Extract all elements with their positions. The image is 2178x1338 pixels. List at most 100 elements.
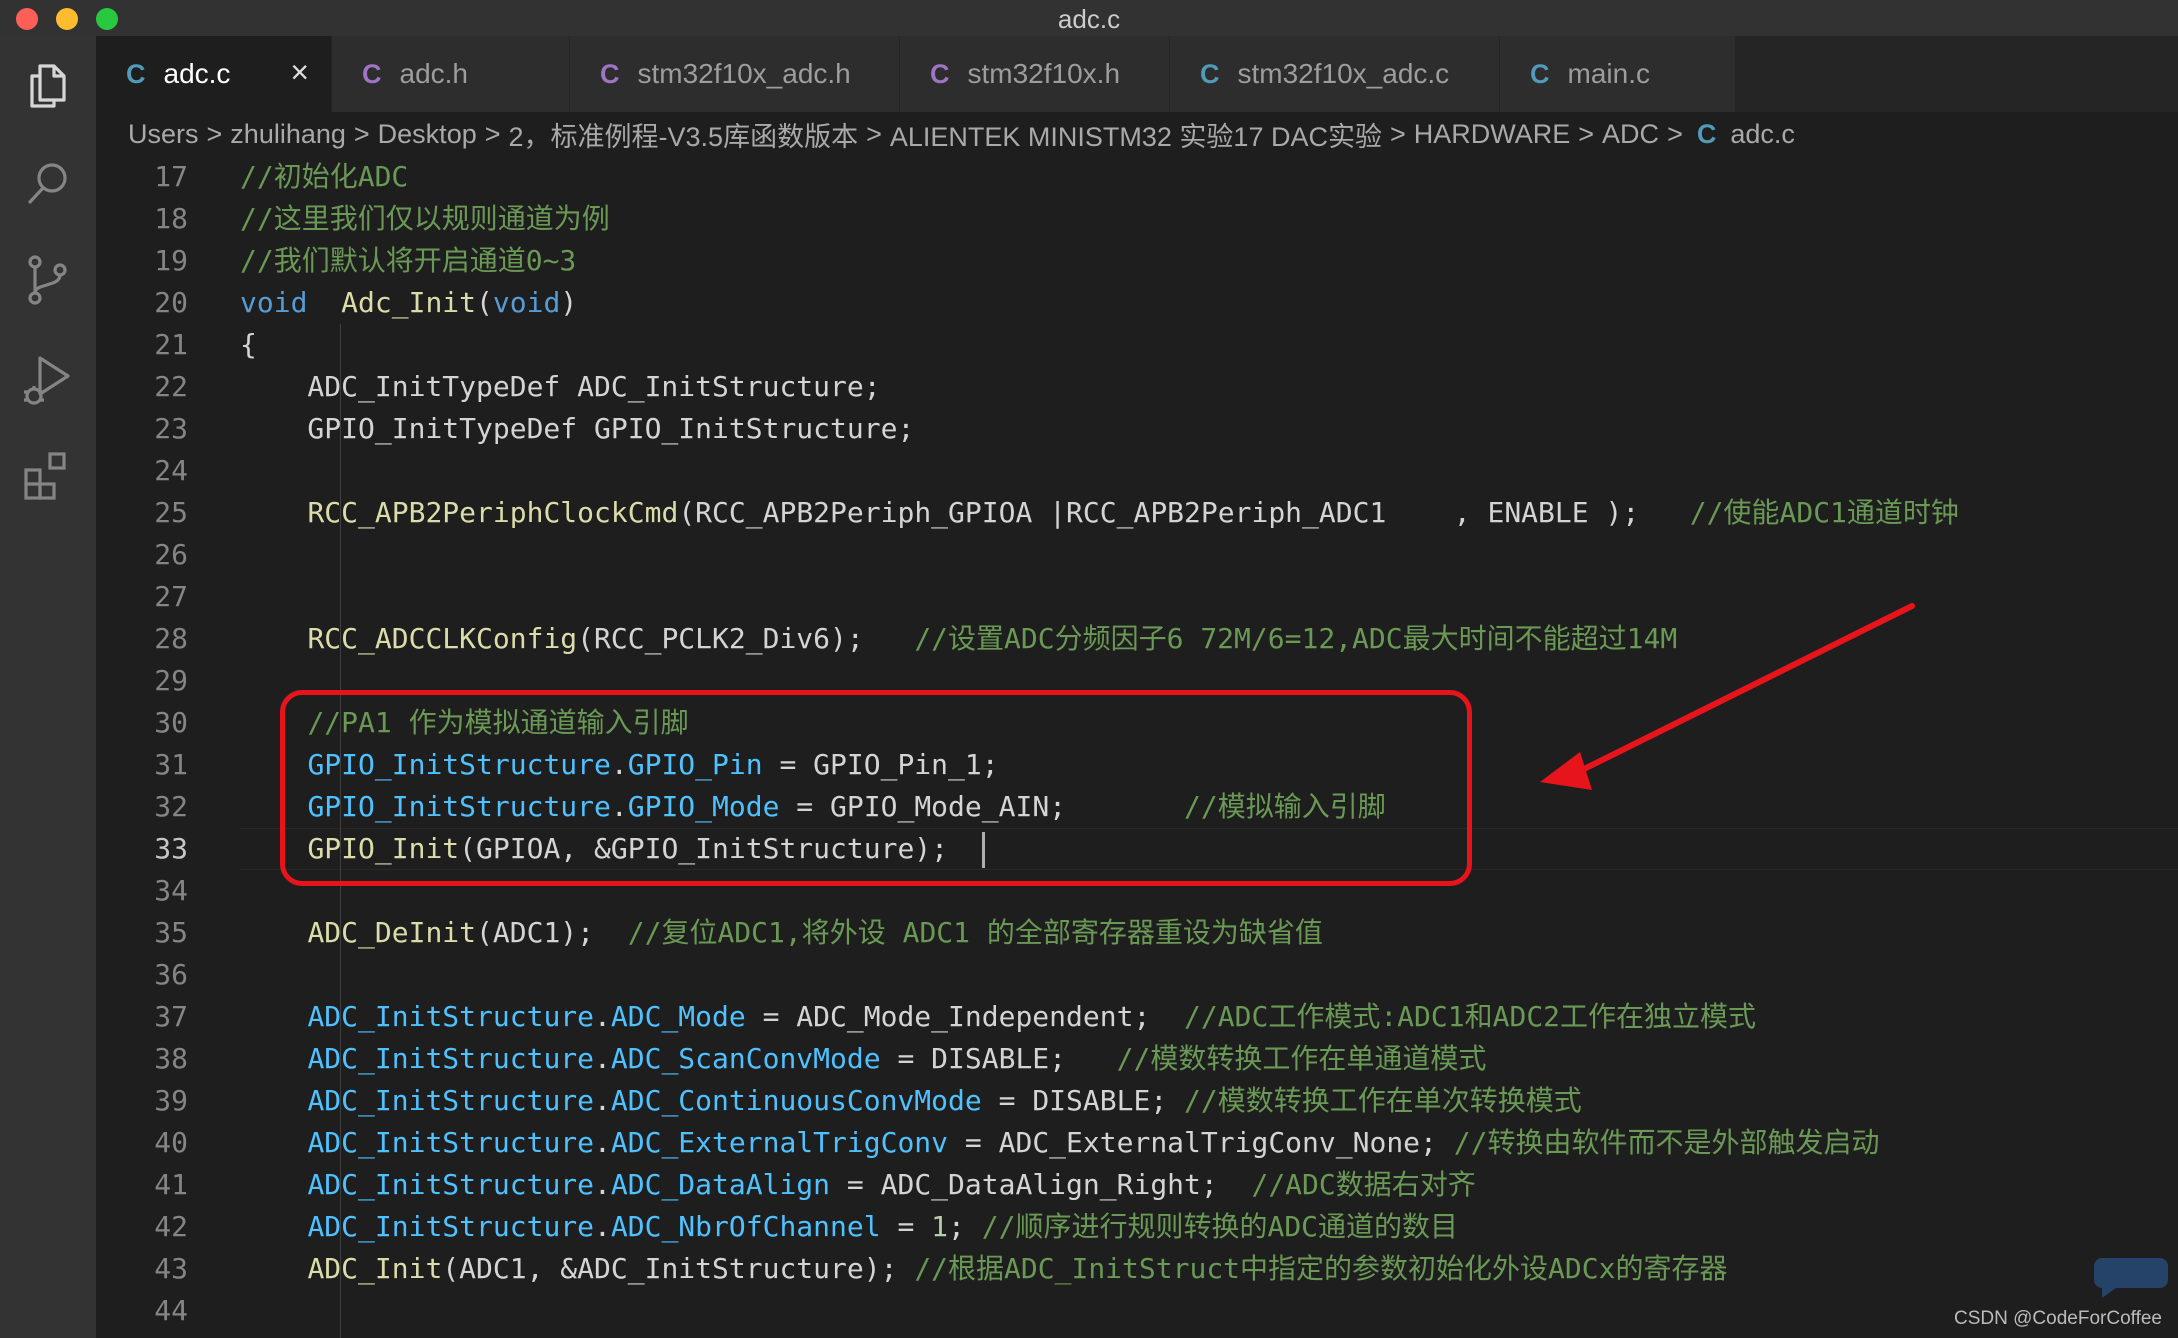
code-token: //ADC数据右对齐 — [1251, 1168, 1476, 1201]
code-line[interactable]: ADC_InitStructure.ADC_ExternalTrigConv =… — [240, 1122, 1879, 1164]
code-token: //设置ADC分频因子6 72M/6=12,ADC最大时间不能超过14M — [914, 622, 1678, 655]
tab-label: adc.c — [163, 58, 231, 89]
tab-stm32f10x-adc-c[interactable]: C stm32f10x_adc.c — [1170, 36, 1500, 112]
code-line[interactable]: ADC_InitStructure.ADC_DataAlign = ADC_Da… — [240, 1164, 1476, 1206]
code-line[interactable]: void Adc_Init(void) — [240, 282, 577, 324]
title-bar: adc.c — [0, 0, 2178, 36]
code-token: ADC_DeInit — [307, 916, 477, 949]
code-line[interactable]: ADC_DeInit(ADC1); //复位ADC1,将外设 ADC1 的全部寄… — [240, 912, 1323, 954]
breadcrumb-item[interactable]: Desktop — [378, 119, 477, 150]
run-debug-icon[interactable] — [20, 352, 76, 408]
chevron-right-icon: > — [866, 118, 882, 149]
line-number: 42 — [154, 1210, 188, 1243]
code-line[interactable]: ADC_InitStructure.ADC_ScanConvMode = DIS… — [240, 1038, 1486, 1080]
h-file-icon: C — [362, 58, 382, 89]
breadcrumb-item[interactable]: zhulihang — [230, 119, 346, 150]
breadcrumb-item[interactable]: 2，标准例程-V3.5库函数版本 — [509, 115, 859, 154]
code-token: //顺序进行规则转换的ADC通道的数目 — [981, 1210, 1459, 1243]
line-number: 41 — [154, 1168, 188, 1201]
code-line[interactable]: { — [240, 324, 257, 366]
line-number: 34 — [154, 874, 188, 907]
code-token: ADC_InitStructure — [307, 1084, 595, 1117]
code-token: ADC_InitTypeDef ADC_InitStructure; — [240, 370, 881, 403]
code-token: = ADC_DataAlign_Right; — [830, 1168, 1252, 1201]
line-number: 28 — [154, 622, 188, 655]
tab-adc-h[interactable]: C adc.h — [332, 36, 570, 112]
breadcrumb-file[interactable]: adc.c — [1730, 119, 1795, 150]
line-number: 40 — [154, 1126, 188, 1159]
code-token: //我们默认将开启通道0~3 — [240, 244, 577, 277]
line-number: 39 — [154, 1084, 188, 1117]
code-line[interactable]: ADC_InitStructure.ADC_Mode = ADC_Mode_In… — [240, 996, 1756, 1038]
tab-label: main.c — [1567, 58, 1650, 89]
c-file-icon: C — [126, 58, 146, 89]
line-number: 36 — [154, 958, 188, 991]
search-icon[interactable] — [20, 156, 76, 212]
tab-label: stm32f10x_adc.c — [1237, 58, 1450, 89]
code-line[interactable]: ADC_InitTypeDef ADC_InitStructure; — [240, 366, 881, 408]
tab-label: adc.h — [399, 58, 469, 89]
code-token: = — [880, 1210, 932, 1243]
line-number-gutter[interactable]: 17 18 19 20 21 22 23 24 25 26 27 28 29 30 31 32 33 34 35 36… — [96, 156, 216, 1338]
line-number: 24 — [154, 454, 188, 487]
code-token: . — [594, 1210, 611, 1243]
chevron-right-icon: > — [206, 118, 223, 149]
source-control-icon[interactable] — [20, 252, 76, 308]
code-token: Adc_Init — [341, 286, 477, 319]
line-number: 27 — [154, 580, 188, 613]
close-icon[interactable]: × — [290, 54, 309, 91]
breadcrumb-item[interactable]: ADC — [1602, 119, 1659, 150]
breadcrumb-item[interactable]: HARDWARE — [1414, 119, 1571, 150]
tab-label: stm32f10x.h — [967, 58, 1121, 89]
code-line[interactable]: ADC_InitStructure.ADC_NbrOfChannel = 1; … — [240, 1206, 1458, 1248]
line-number: 18 — [154, 202, 188, 235]
code-token: RCC_APB2PeriphClockCmd — [307, 496, 679, 529]
code-line[interactable]: //我们默认将开启通道0~3 — [240, 240, 576, 282]
code-token: (ADC1); — [476, 916, 628, 949]
code-line[interactable]: //这里我们仅以规则通道为例 — [240, 198, 610, 240]
code-line[interactable]: RCC_APB2PeriphClockCmd(RCC_APB2Periph_GP… — [240, 492, 1959, 534]
tab-stm32f10x-adc-h[interactable]: C stm32f10x_adc.h — [570, 36, 900, 112]
code-token: //复位ADC1,将外设 ADC1 的全部寄存器重设为缺省值 — [627, 916, 1323, 949]
code-token: ADC_InitStructure — [307, 1126, 595, 1159]
code-token: ADC_ExternalTrigConv — [610, 1126, 949, 1159]
code-token: //转换由软件而不是外部触发启动 — [1453, 1126, 1880, 1159]
line-number: 19 — [154, 244, 188, 277]
code-line[interactable]: GPIO_InitTypeDef GPIO_InitStructure; — [240, 408, 914, 450]
tab-bar: C adc.c × C adc.h C stm32f10x_adc.h C st… — [96, 36, 2178, 112]
code-token: (RCC_PCLK2_Div6); — [577, 622, 915, 655]
line-number: 43 — [154, 1252, 188, 1285]
code-line[interactable]: ADC_InitStructure.ADC_ContinuousConvMode… — [240, 1080, 1581, 1122]
chevron-right-icon: > — [1667, 118, 1683, 149]
code-token: (RCC_APB2Periph_GPIOA |RCC_APB2Periph_AD… — [678, 496, 1690, 529]
code-token: ADC_InitStructure — [307, 1042, 595, 1075]
code-line[interactable]: ADC_Init(ADC1, &ADC_InitStructure); //根据… — [240, 1248, 1727, 1290]
code-token: //根据ADC_InitStruct中指定的参数初始化外设ADCx的寄存器 — [914, 1252, 1728, 1285]
code-token: . — [594, 1168, 611, 1201]
line-number: 30 — [154, 706, 188, 739]
breadcrumb: Users > zhulihang > Desktop > 2，标准例程-V3.… — [96, 112, 2178, 156]
code-token: { — [240, 328, 257, 361]
breadcrumb-item[interactable]: Users — [128, 119, 199, 150]
line-number: 35 — [154, 916, 188, 949]
explorer-icon[interactable] — [20, 58, 76, 114]
chevron-right-icon: > — [1578, 118, 1595, 149]
code-line[interactable]: RCC_ADCCLKConfig(RCC_PCLK2_Div6); //设置AD… — [240, 618, 1677, 660]
c-file-icon: C — [1696, 118, 1717, 149]
code-token: . — [594, 1126, 611, 1159]
code-line[interactable]: //初始化ADC — [240, 156, 408, 198]
code-token: . — [594, 1084, 611, 1117]
code-token: //使能ADC1通道时钟 — [1689, 496, 1959, 529]
tab-stm32f10x-h[interactable]: C stm32f10x.h — [900, 36, 1170, 112]
line-number: 17 — [154, 160, 188, 193]
tab-main-c[interactable]: C main.c — [1500, 36, 1736, 112]
breadcrumb-item[interactable]: ALIENTEK MINISTM32 实验17 DAC实验 — [890, 115, 1382, 154]
line-number: 29 — [154, 664, 188, 697]
tab-adc-c[interactable]: C adc.c × — [96, 36, 332, 112]
extensions-icon[interactable] — [20, 448, 76, 504]
c-file-icon: C — [1530, 58, 1550, 89]
